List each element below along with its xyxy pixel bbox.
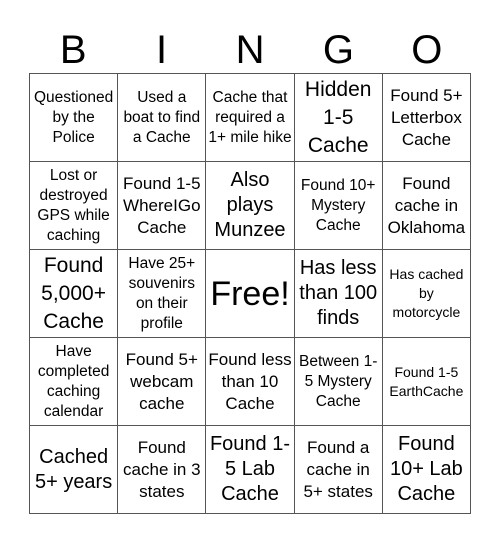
header-letter-i: I [156,28,168,72]
bingo-header: B I N G O [29,28,471,73]
bingo-cell[interactable]: Found 5+ Letterbox Cache [382,74,471,162]
header-letter-n: N [235,28,265,72]
bingo-cell[interactable]: Has less than 100 finds [294,250,383,338]
bingo-cell[interactable]: Found cache in Oklahoma [382,162,471,250]
bingo-cell[interactable]: Have 25+ souvenirs on their profile [118,250,207,338]
bingo-cell[interactable]: Found less than 10 Cache [206,338,295,426]
header-letter-g: G [322,28,354,72]
bingo-cell[interactable]: Found cache in 3 states [118,426,207,514]
bingo-cell[interactable]: Found 5,000+ Cache [30,250,119,338]
header-letter-b: B [59,28,87,72]
bingo-cell[interactable]: Cache that required a 1+ mile hike [206,74,295,162]
bingo-cell[interactable]: Questioned by the Police [30,74,119,162]
bingo-cell[interactable]: Found 10+ Mystery Cache [294,162,383,250]
bingo-cell[interactable]: Lost or destroyed GPS while caching [30,162,119,250]
bingo-cell[interactable]: Used a boat to find a Cache [118,74,207,162]
free-space[interactable]: Free! [206,250,295,338]
bingo-cell[interactable]: Found 1-5 EarthCache [382,338,471,426]
bingo-cell[interactable]: Have completed caching calendar [30,338,119,426]
bingo-cell[interactable]: Found 10+ Lab Cache [382,426,471,514]
header-letter-o: O [411,28,443,72]
bingo-cell[interactable]: Has cached by motorcycle [382,250,471,338]
bingo-cell[interactable]: Hidden 1-5 Cache [294,74,383,162]
bingo-cell[interactable]: Found a cache in 5+ states [294,426,383,514]
bingo-cell[interactable]: Found 5+ webcam cache [118,338,207,426]
bingo-cell[interactable]: Found 1-5 Lab Cache [206,426,295,514]
bingo-cell[interactable]: Cached 5+ years [30,426,119,514]
bingo-cell[interactable]: Found 1-5 WhereIGo Cache [118,162,207,250]
bingo-cell[interactable]: Also plays Munzee [206,162,295,250]
bingo-grid: Questioned by the Police Used a boat to … [29,73,471,514]
bingo-cell[interactable]: Between 1-5 Mystery Cache [294,338,383,426]
